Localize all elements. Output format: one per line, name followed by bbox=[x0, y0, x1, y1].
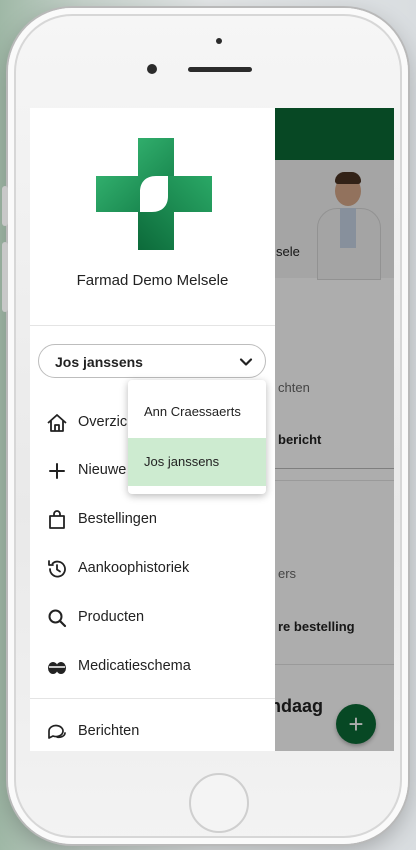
nav-item-label: Medicatieschema bbox=[78, 658, 191, 674]
search-icon bbox=[48, 609, 67, 628]
history-icon bbox=[48, 560, 66, 578]
user-option-label: Jos janssens bbox=[144, 454, 220, 469]
phone-side-button bbox=[2, 242, 8, 312]
nav-item-label: Aankoophistoriek bbox=[78, 560, 190, 576]
chat-icon bbox=[48, 724, 66, 739]
selected-user: Jos janssens bbox=[55, 354, 143, 370]
phone-side-button bbox=[2, 186, 8, 226]
pharmacy-cross-logo-icon bbox=[96, 138, 212, 250]
nav-item-label: Producten bbox=[78, 609, 145, 625]
nav-item-label: Bestellingen bbox=[78, 511, 157, 527]
speaker-grille bbox=[188, 67, 252, 72]
divider bbox=[30, 325, 275, 326]
front-camera bbox=[147, 64, 157, 74]
user-select-dropdown[interactable]: Jos janssens bbox=[38, 344, 266, 378]
chevron-down-icon bbox=[239, 358, 253, 366]
nav-item-medicatieschema[interactable]: Medicatieschema bbox=[30, 646, 275, 686]
shopping-bag-icon bbox=[49, 510, 65, 529]
user-option-selected[interactable]: Jos janssens bbox=[128, 438, 266, 486]
phone-screen: sele chten bericht ers re bestelling nda… bbox=[30, 108, 394, 751]
home-icon bbox=[47, 414, 67, 432]
nav-item-label: Berichten bbox=[78, 723, 140, 739]
nav-item-berichten[interactable]: Berichten bbox=[30, 711, 275, 751]
nav-item-bestellingen[interactable]: Bestellingen bbox=[30, 499, 275, 539]
pharmacy-name: Farmad Demo Melsele bbox=[76, 272, 229, 289]
pills-icon bbox=[48, 662, 66, 674]
user-option-label: Ann Craessaerts bbox=[144, 404, 241, 419]
navigation-drawer: Farmad Demo Melsele Jos janssens Overzic… bbox=[30, 108, 275, 751]
plus-icon bbox=[49, 463, 65, 479]
nav-item-label: Nieuwe bbox=[78, 462, 127, 478]
user-option[interactable]: Ann Craessaerts bbox=[128, 388, 266, 436]
divider bbox=[30, 698, 275, 699]
nav-item-producten[interactable]: Producten bbox=[30, 597, 275, 637]
user-dropdown-menu: Ann Craessaerts Jos janssens bbox=[128, 380, 266, 494]
sensor-dot bbox=[216, 38, 222, 44]
nav-item-aankoophistoriek[interactable]: Aankoophistoriek bbox=[30, 548, 275, 588]
home-button[interactable] bbox=[189, 773, 249, 833]
